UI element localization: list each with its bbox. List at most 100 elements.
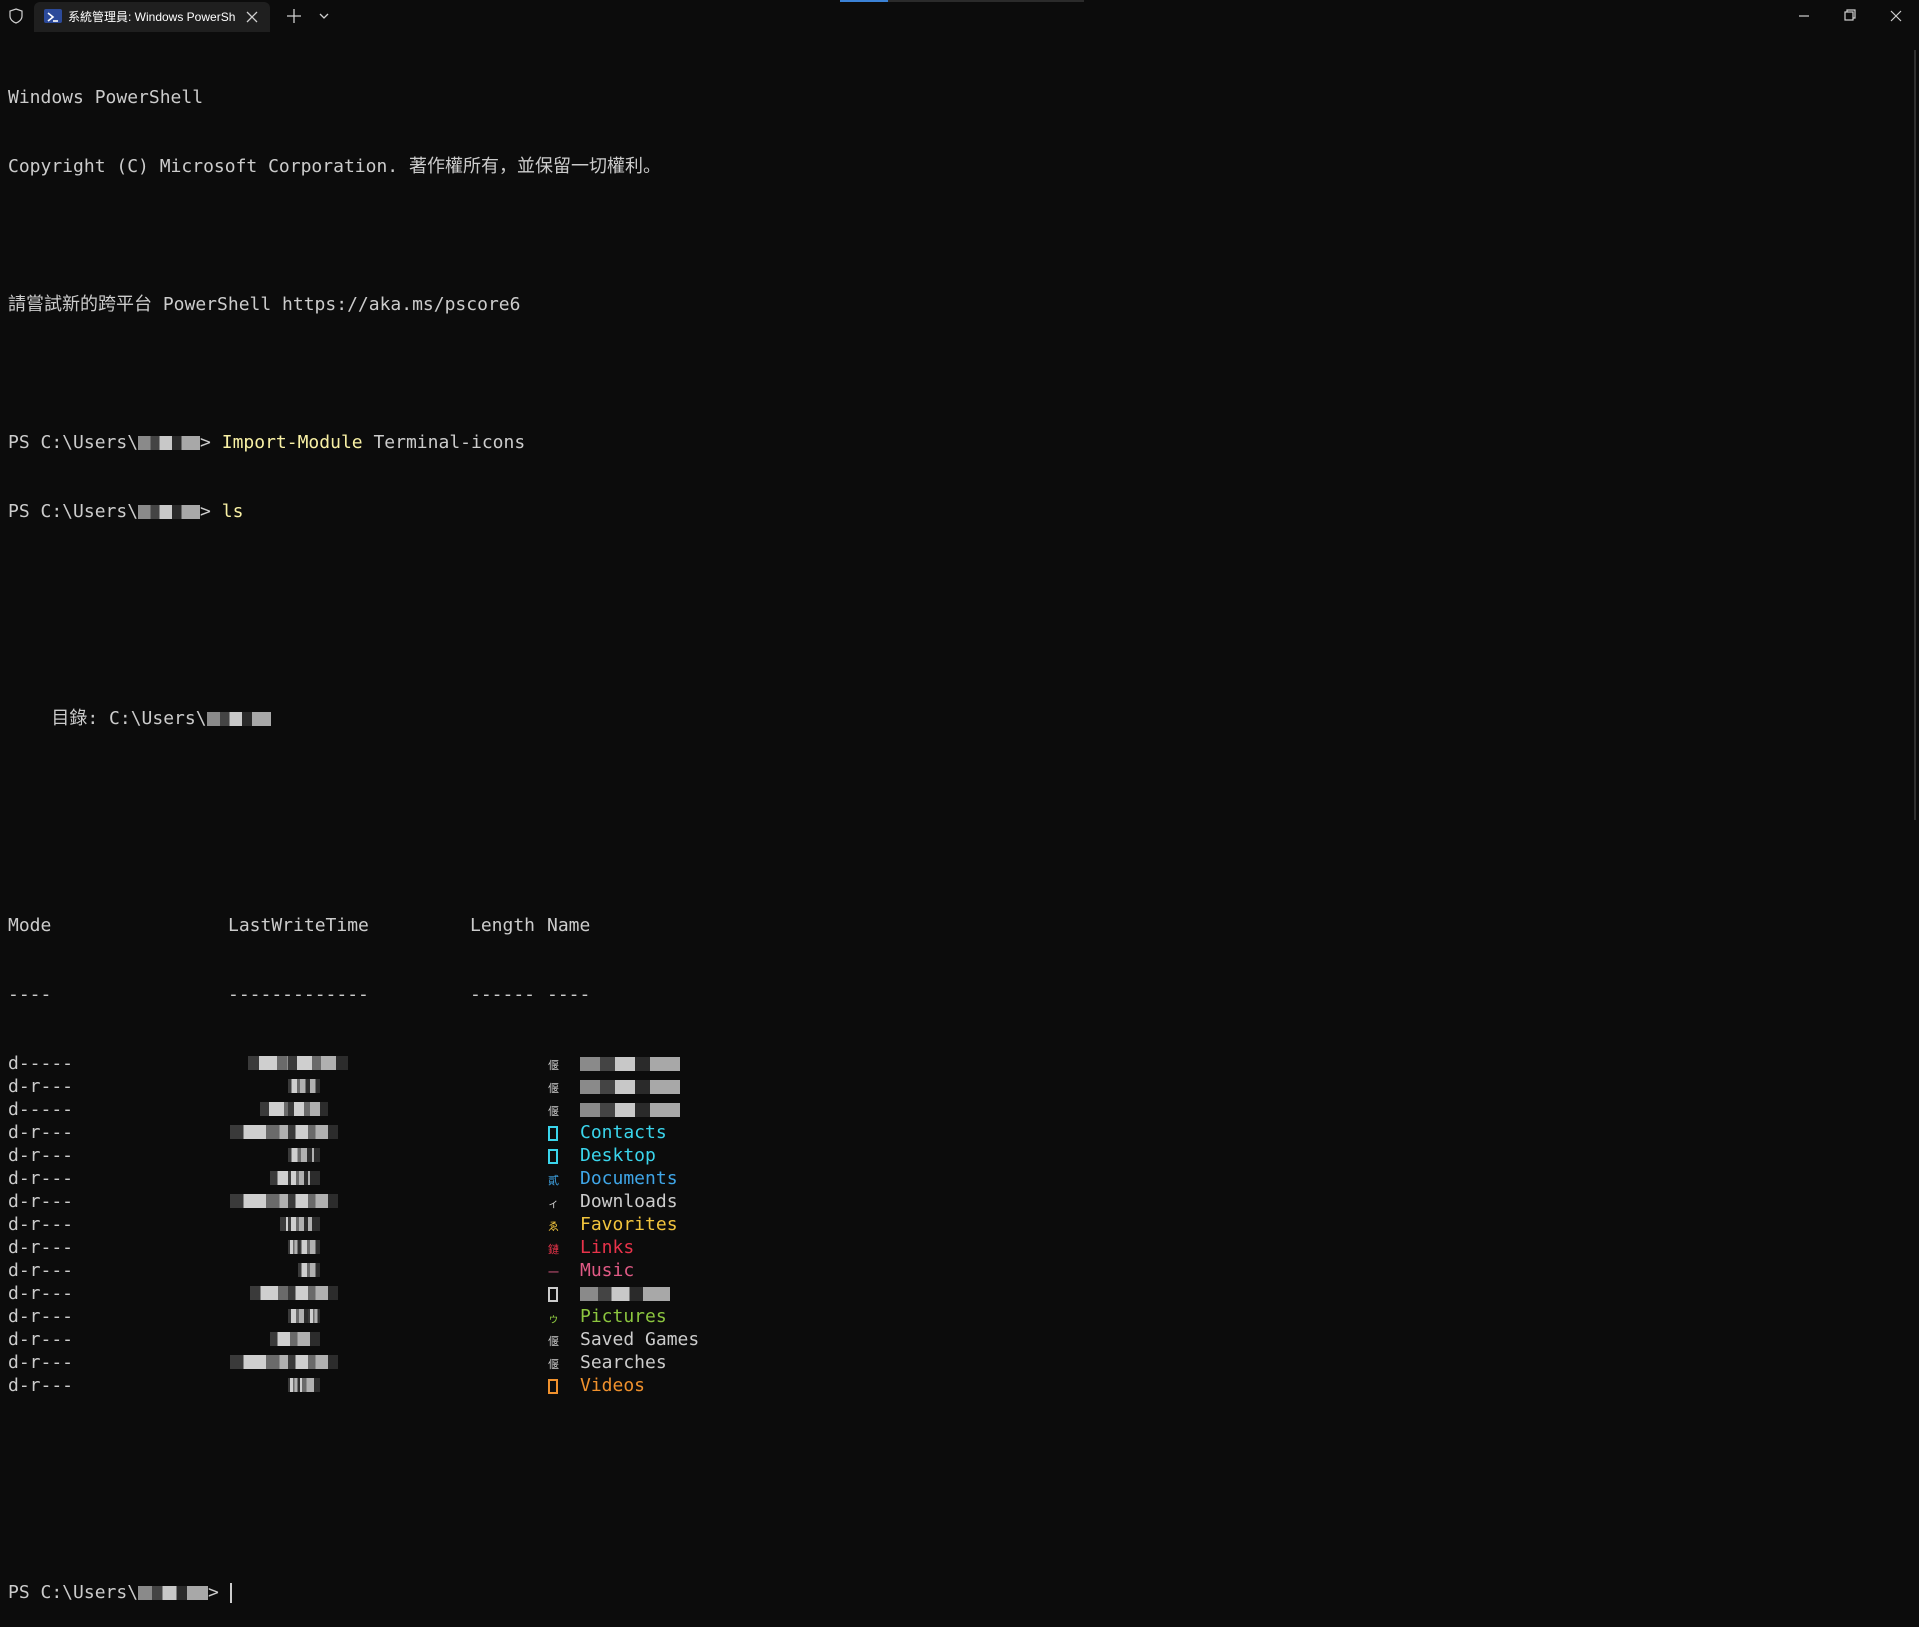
redacted-time: [288, 1355, 338, 1369]
file-name: Documents: [580, 1168, 678, 1189]
icon-glyph: 偃: [548, 1104, 559, 1118]
header-name: Name: [547, 915, 591, 936]
redacted-time: [288, 1378, 300, 1392]
redacted-lastwritetime: [228, 1098, 470, 1121]
redacted-lastwritetime: [228, 1374, 470, 1397]
length-value: [470, 1374, 547, 1397]
redacted-lastwritetime: [228, 1236, 470, 1259]
icon-box: [548, 1125, 558, 1141]
restore-icon[interactable]: [1827, 0, 1873, 32]
close-icon[interactable]: [242, 7, 262, 27]
name-cell: 鏈 Links: [547, 1236, 634, 1259]
text-cursor: [229, 1583, 232, 1603]
favorites-icon: ゑ: [547, 1216, 569, 1234]
prompt-line[interactable]: PS C:\Users\ >: [8, 1581, 699, 1604]
underline-mode: ----: [8, 984, 52, 1005]
mode-value: d-r---: [8, 1214, 74, 1235]
scrollbar[interactable]: [1914, 50, 1916, 820]
redacted-username: [138, 436, 201, 450]
length-value: [470, 1213, 547, 1236]
file-name: Music: [580, 1260, 635, 1281]
mode-value: d-r---: [8, 1352, 74, 1373]
documents-icon: 貳: [547, 1170, 569, 1188]
tab-powershell[interactable]: 系統管理員: Windows PowerSh: [34, 2, 270, 32]
name-cell: ィ Downloads: [547, 1190, 678, 1213]
plus-icon[interactable]: [284, 6, 304, 26]
minimize-icon[interactable]: [1781, 0, 1827, 32]
header-lastwritetime: LastWriteTime: [228, 915, 369, 936]
chevron-down-icon[interactable]: [314, 6, 334, 26]
close-icon[interactable]: [1873, 0, 1919, 32]
table-row: d-r--- Desktop: [8, 1144, 699, 1167]
name-cell: [547, 1282, 670, 1305]
terminal-output[interactable]: Windows PowerShell Copyright (C) Microso…: [8, 40, 699, 1627]
table-row: d-r--- ゥ Pictures: [8, 1305, 699, 1328]
directory-line: 目錄: C:\Users\: [8, 707, 699, 730]
table-row: d-r--- 偃 Searches: [8, 1351, 699, 1374]
length-value: [470, 1167, 547, 1190]
folder-icon: 偃: [547, 1101, 569, 1119]
mode-value: d-r---: [8, 1260, 74, 1281]
icon-glyph: 一: [548, 1265, 559, 1279]
length-value: [470, 1236, 547, 1259]
powershell-icon: [44, 9, 62, 23]
icon-glyph: ゥ: [548, 1311, 559, 1325]
name-cell: Videos: [547, 1374, 645, 1397]
icon-glyph: 偃: [548, 1081, 559, 1095]
file-name: Downloads: [580, 1191, 678, 1212]
length-value: [470, 1098, 547, 1121]
prompt-suffix: >: [200, 501, 222, 522]
header-length: Length: [470, 915, 536, 936]
redacted-date: [308, 1309, 320, 1323]
length-value: [470, 1075, 547, 1098]
prompt-prefix: PS C:\Users\: [8, 432, 139, 453]
file-name: Links: [580, 1237, 635, 1258]
pictures-icon: ゥ: [547, 1308, 569, 1326]
name-cell: 貳 Documents: [547, 1167, 678, 1190]
table-row: d-r--- 貳 Documents: [8, 1167, 699, 1190]
length-value: [470, 1328, 547, 1351]
redacted-time: [288, 1171, 308, 1185]
redacted-lastwritetime: [228, 1052, 470, 1075]
prompt-suffix: >: [200, 432, 222, 453]
name-cell: 偃: [547, 1075, 680, 1098]
table-row: d-r--- Contacts: [8, 1121, 699, 1144]
folder-icon: 偃: [547, 1331, 569, 1349]
table-row: d-r---: [8, 1282, 699, 1305]
folder-icon: 偃: [547, 1055, 569, 1073]
name-cell: 偃 Searches: [547, 1351, 667, 1374]
column-headers: Mode LastWriteTime Length Name: [8, 914, 699, 937]
icon-box: [548, 1378, 558, 1394]
table-row: d-r--- ィ Downloads: [8, 1190, 699, 1213]
length-value: [470, 1052, 547, 1075]
prompt-prefix: PS C:\Users\: [8, 501, 139, 522]
icon-glyph: 偃: [548, 1334, 559, 1348]
mode-value: d-r---: [8, 1283, 74, 1304]
length-value: [470, 1282, 547, 1305]
file-name: Contacts: [580, 1122, 667, 1143]
redacted-time: [288, 1286, 338, 1300]
redacted-name: [580, 1286, 670, 1301]
redacted-time: [288, 1148, 312, 1162]
redacted-time: [288, 1194, 338, 1208]
title-bar: 系統管理員: Windows PowerSh: [0, 0, 1919, 32]
redacted-time: [288, 1079, 310, 1093]
folder-icon: 偃: [547, 1354, 569, 1372]
icon-glyph: 偃: [548, 1357, 559, 1371]
icon-glyph: 貳: [548, 1173, 559, 1187]
desktop-icon: [547, 1147, 569, 1165]
redacted-name: [580, 1102, 680, 1117]
directory-listing: d----- 偃 d-r--- 偃 d----- 偃 d-r--- Contacts d-r--…: [8, 1052, 699, 1397]
length-value: [470, 1144, 547, 1167]
redacted-time: [288, 1102, 328, 1116]
name-cell: Contacts: [547, 1121, 667, 1144]
length-value: [470, 1351, 547, 1374]
redacted-lastwritetime: [228, 1259, 470, 1282]
underline-lastwritetime: -------------: [228, 984, 369, 1005]
length-value: [470, 1190, 547, 1213]
redacted-lastwritetime: [228, 1213, 470, 1236]
table-row: d-r--- 一 Music: [8, 1259, 699, 1282]
name-cell: ゥ Pictures: [547, 1305, 667, 1328]
icon-glyph: ゑ: [548, 1219, 559, 1233]
prompt-line: PS C:\Users\ > ls: [8, 500, 699, 523]
